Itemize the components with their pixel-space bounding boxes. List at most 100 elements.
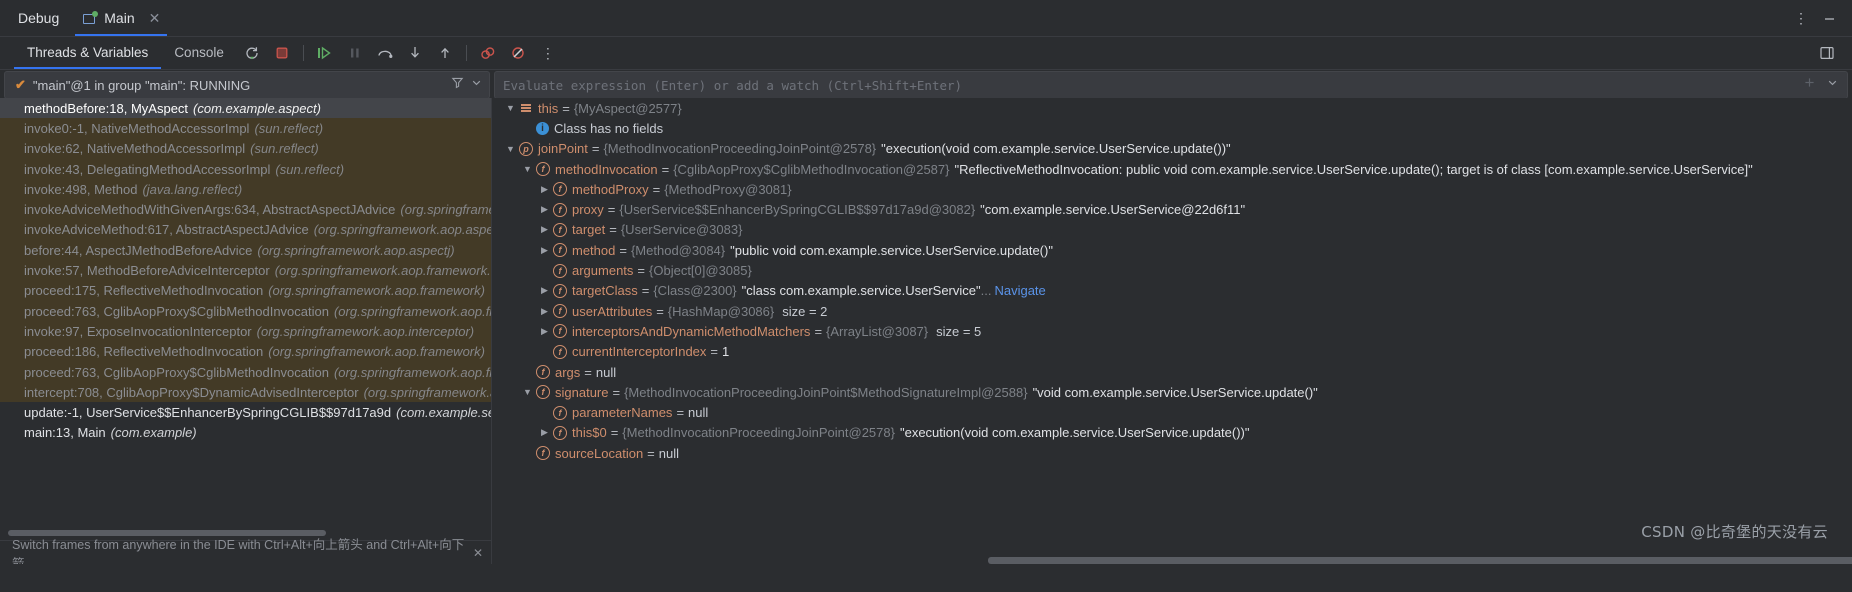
resume-program-icon[interactable] [312, 40, 338, 66]
frame-row[interactable]: invokeAdviceMethod:617, AbstractAspectJA… [0, 219, 491, 241]
frames-list[interactable]: methodBefore:18, MyAspect (com.example.as… [0, 98, 491, 443]
evaluate-expression-field[interactable]: Evaluate expression (Enter) or add a wat… [494, 71, 1848, 99]
variable-row[interactable]: ·fargs=null [492, 362, 1852, 382]
variable-type-ref: {CglibAopProxy$CglibMethodInvocation@258… [673, 161, 950, 177]
debug-main-split: methodBefore:18, MyAspect (com.example.as… [0, 98, 1852, 564]
frame-row[interactable]: before:44, AspectJMethodBeforeAdvice (org… [0, 240, 491, 261]
variable-row[interactable]: ▼ p joinPoint = {MethodInvocationProceedingJ… [492, 139, 1852, 159]
layout-settings-icon[interactable] [1814, 40, 1840, 66]
frame-row[interactable]: intercept:708, CglibAopProxy$DynamicAdvi… [0, 382, 491, 403]
variable-name: sourceLocation [555, 445, 644, 461]
step-out-icon[interactable] [432, 40, 458, 66]
stop-icon[interactable] [269, 40, 295, 66]
thread-selector[interactable]: ✔ "main"@1 in group "main": RUNNING [4, 71, 490, 99]
chevron-down-icon[interactable]: ▼ [521, 164, 534, 174]
variable-row[interactable]: ▼ f methodInvocation = {CglibAopProxy$CglibM… [492, 159, 1852, 179]
variable-value-string: "public void com.example.service.UserSer… [730, 242, 1053, 258]
chevron-right-icon[interactable]: ▶ [538, 204, 551, 215]
variable-row[interactable]: ▶ f targetClass = {Class@2300} "class com.exa… [492, 281, 1852, 301]
variable-row[interactable]: ▶ f methodProxy = {MethodProxy@3081} [492, 179, 1852, 199]
tab-threads-and-variables[interactable]: Threads & Variables [14, 37, 162, 69]
frame-label: invoke:97, ExposeInvocationInterceptor [24, 323, 252, 339]
frame-label: update:-1, UserService$$EnhancerBySpring… [24, 405, 392, 421]
kebab-menu-icon[interactable]: ⋮ [535, 40, 561, 66]
step-into-icon[interactable] [402, 40, 428, 66]
tab-console[interactable]: Console [161, 37, 237, 69]
variable-equals: = [607, 202, 616, 218]
frame-package: (org.springframework.aop.framework) [268, 344, 485, 360]
chevron-down-icon[interactable]: ▼ [504, 144, 517, 154]
chevron-right-icon[interactable]: ▶ [538, 306, 551, 317]
navigate-link[interactable]: Navigate [994, 283, 1045, 298]
debug-subtoolbar: Threads & Variables Console ⋮ [0, 37, 1852, 70]
chevron-down-icon[interactable] [470, 76, 483, 94]
chevron-down-icon[interactable]: ▼ [504, 103, 517, 113]
frame-row[interactable]: invoke0:-1, NativeMethodAccessorImpl (sun… [0, 118, 491, 139]
frame-row[interactable]: invoke:97, ExposeInvocationInterceptor (o… [0, 321, 491, 342]
frame-label: proceed:763, CglibAopProxy$CglibMethodIn… [24, 364, 329, 380]
variable-row[interactable]: ·f parameterNames=null [492, 402, 1852, 422]
chevron-down-icon[interactable] [1826, 76, 1839, 94]
variables-panel[interactable]: ▼this={MyAspect@2577}·iClass has no fiel… [492, 98, 1852, 564]
kebab-menu-icon[interactable]: ⋮ [1788, 5, 1814, 31]
variable-row[interactable]: ·f sourceLocation=null [492, 443, 1852, 463]
frames-panel[interactable]: methodBefore:18, MyAspect (com.example.as… [0, 98, 492, 564]
evaluate-placeholder: Evaluate expression (Enter) or add a wat… [503, 77, 963, 93]
variable-info-text: Class has no fields [554, 120, 664, 136]
variable-row[interactable]: ▶ f target = {UserService@3083} [492, 220, 1852, 240]
variable-type-ref: {UserService@3083} [620, 222, 743, 238]
chevron-right-icon[interactable]: ▶ [538, 224, 551, 235]
variable-row[interactable]: ▼ this = {MyAspect@2577} [492, 98, 1852, 118]
rerun-debug-icon[interactable] [239, 40, 265, 66]
variable-name: this$0 [572, 425, 607, 441]
variable-row[interactable]: ▶ f method = {Method@3084} "public void com.e… [492, 240, 1852, 260]
chevron-right-icon[interactable]: ▶ [538, 427, 551, 438]
variable-row[interactable]: ▶ f proxy = {UserService$$EnhancerBySpringCG… [492, 199, 1852, 219]
view-breakpoints-icon[interactable] [475, 40, 501, 66]
variable-row[interactable]: ▶ f userAttributes = {HashMap@3086} size = 2 [492, 301, 1852, 321]
variables-tree[interactable]: ▼this={MyAspect@2577}·iClass has no fiel… [492, 98, 1852, 463]
frame-row[interactable]: invokeAdviceMethodWithGivenArgs:634, Abs… [0, 199, 491, 220]
field-icon: f [553, 425, 567, 440]
frame-row[interactable]: proceed:763, CglibAopProxy$CglibMethodIn… [0, 300, 491, 322]
frames-hint-text: Switch frames from anywhere in the IDE w… [12, 537, 465, 565]
variables-horizontal-scrollbar[interactable] [988, 557, 1852, 564]
chevron-down-icon[interactable]: ▼ [521, 387, 534, 397]
chevron-right-icon[interactable]: ▶ [538, 326, 551, 337]
frame-row[interactable]: invoke:57, MethodBeforeAdviceInterceptor… [0, 260, 491, 281]
frame-row[interactable]: proceed:186, ReflectiveMethodInvocation(… [0, 341, 491, 362]
variable-row[interactable]: ▼ f signature = {MethodInvocationProceedingJ… [492, 382, 1852, 402]
step-over-icon[interactable] [372, 40, 398, 66]
mute-breakpoints-icon[interactable] [505, 40, 531, 66]
minimize-icon[interactable] [1816, 5, 1842, 31]
variable-row[interactable]: ·f arguments={Object[0]@3085} [492, 260, 1852, 280]
field-icon: f [553, 405, 567, 420]
frame-label: proceed:763, CglibAopProxy$CglibMethodIn… [24, 303, 329, 319]
variable-name: methodProxy [572, 181, 649, 197]
chevron-right-icon[interactable]: ▶ [538, 245, 551, 256]
chevron-right-icon[interactable]: ▶ [538, 184, 551, 195]
pause-program-icon[interactable] [342, 40, 368, 66]
filter-icon[interactable] [451, 76, 464, 94]
add-watch-icon[interactable] [1803, 76, 1816, 94]
frame-row[interactable]: invoke:43, DelegatingMethodAccessorImpl(… [0, 158, 491, 180]
frame-row[interactable]: invoke:62, NativeMethodAccessorImpl (sun.… [0, 138, 491, 159]
frame-row[interactable]: proceed:175, ReflectiveMethodInvocation(… [0, 280, 491, 301]
toolbar-divider-2 [465, 45, 467, 61]
frame-row[interactable]: methodBefore:18, MyAspect (com.example.as… [0, 98, 491, 119]
tab-main[interactable]: Main ✕ [73, 0, 169, 36]
close-icon[interactable]: ✕ [473, 546, 483, 560]
variable-row[interactable]: ▶ f this$0 = {MethodInvocationProceedingJoin… [492, 423, 1852, 443]
chevron-right-icon[interactable]: ▶ [538, 285, 551, 296]
variable-row[interactable]: ·i Class has no fields [492, 118, 1852, 138]
frame-row[interactable]: update:-1, UserService$$EnhancerBySpring… [0, 402, 491, 422]
variable-row[interactable]: ·f currentInterceptorIndex=1 [492, 342, 1852, 362]
tab-main-label: Main [104, 10, 135, 26]
frame-row[interactable]: main:13, Main (com.example) [0, 423, 491, 443]
variable-row[interactable]: ▶ f interceptorsAndDynamicMethodMatchers ={… [492, 321, 1852, 341]
frame-row[interactable]: invoke:498, Method (java.lang.reflect) [0, 179, 491, 200]
frame-label: main:13, Main [24, 425, 106, 441]
close-icon[interactable]: ✕ [149, 11, 161, 25]
frame-row[interactable]: proceed:763, CglibAopProxy$CglibMethodIn… [0, 361, 491, 383]
frame-label: invoke:62, NativeMethodAccessorImpl [24, 141, 246, 157]
